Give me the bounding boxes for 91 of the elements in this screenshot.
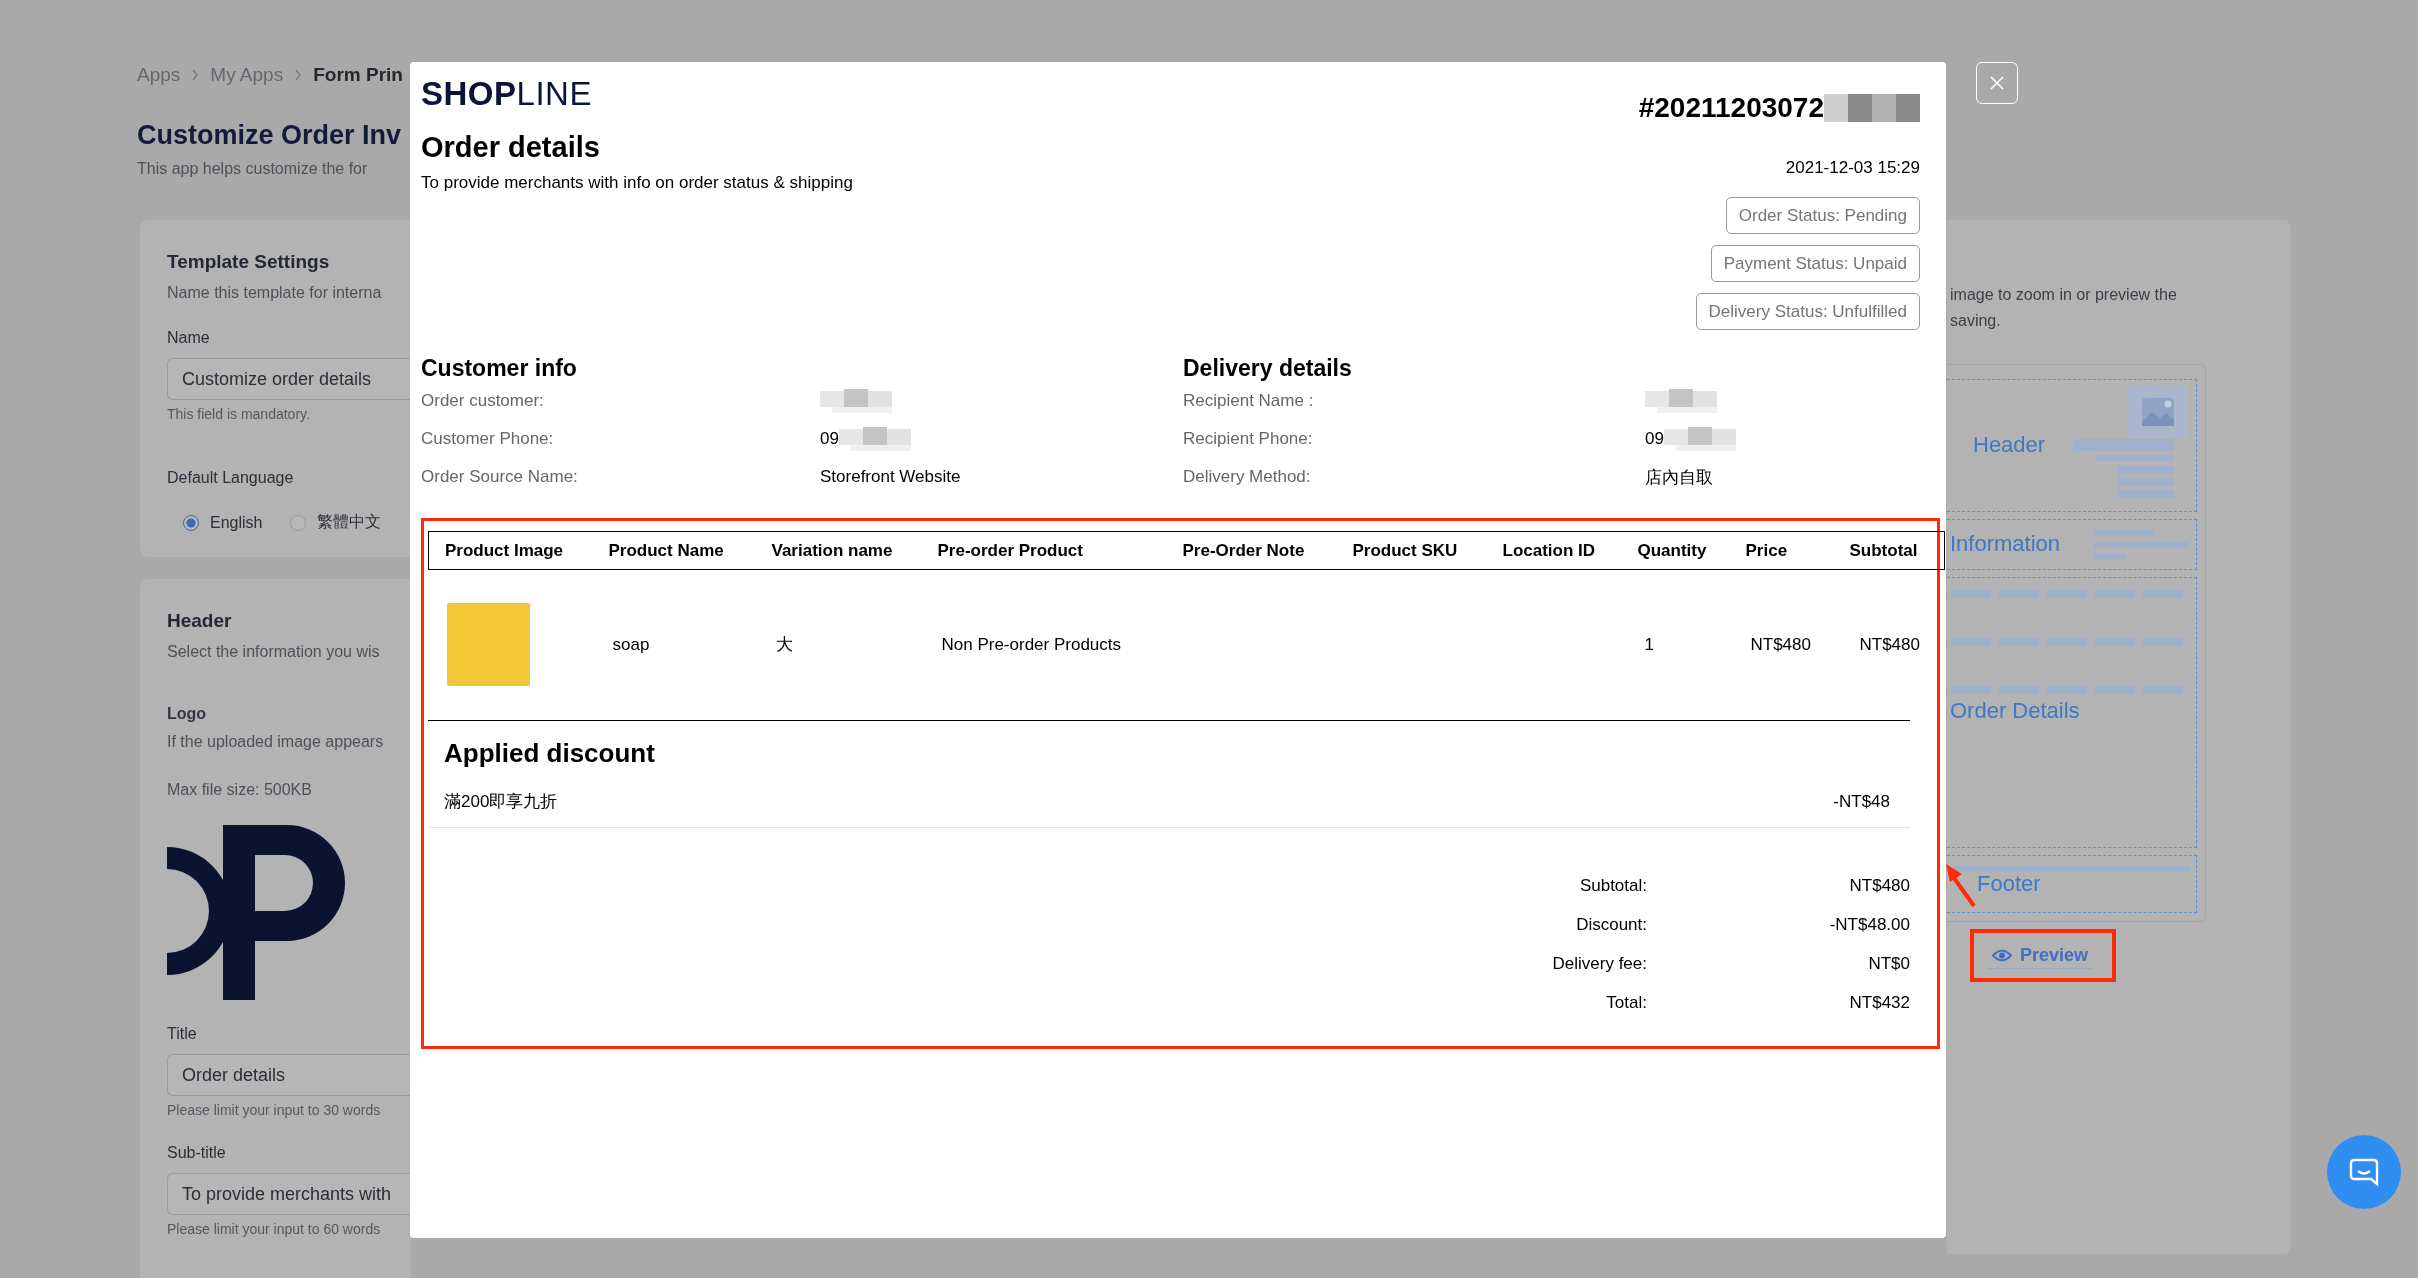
- breadcrumb-link[interactable]: Apps: [137, 64, 181, 86]
- table-cell: soap: [592, 569, 756, 720]
- chevron-icon: [294, 69, 303, 81]
- input-field[interactable]: Customize order details: [167, 358, 411, 400]
- field-label: Title: [167, 1024, 198, 1044]
- total-label: Discount:: [1575, 914, 1647, 935]
- logo-description: If the uploaded image appears: [167, 732, 385, 752]
- status-badge: Delivery Status: Unfulfilled: [1695, 293, 1920, 330]
- total-value: NT$0: [1867, 953, 1910, 974]
- preview-button[interactable]: Preview: [1988, 942, 2093, 969]
- card-description: image to zoom in or preview the saving.: [1949, 285, 2178, 331]
- column-header: Location ID: [1486, 531, 1622, 570]
- section-label: Logo: [167, 705, 208, 723]
- section-title: Customer info: [421, 354, 578, 382]
- radio-label: 繁體中文: [317, 512, 382, 532]
- breadcrumb-link[interactable]: Form Prin: [313, 64, 403, 86]
- table-cell: NT$480: [1729, 569, 1838, 720]
- info-label: Order Source Name:: [421, 467, 579, 487]
- card-title: Template Settings: [167, 250, 331, 274]
- template-section[interactable]: Information: [1947, 518, 2197, 570]
- card-description: Select the information you wis: [167, 642, 381, 662]
- card-title: Header: [167, 609, 233, 633]
- table-cell: 1: [1621, 569, 1730, 720]
- info-label: Order customer:: [421, 391, 545, 411]
- radio-button[interactable]: [290, 514, 307, 531]
- chat-icon: [2349, 1157, 2379, 1187]
- arrow-annotation: [1944, 862, 1978, 908]
- breadcrumb-link[interactable]: My Apps: [210, 64, 284, 86]
- column-header: Product Name: [592, 531, 756, 570]
- table-cell: 大: [755, 569, 922, 720]
- field-hint: This field is mandatory.: [167, 405, 311, 423]
- total-value: NT$432: [1848, 992, 1910, 1013]
- field-label: Name: [167, 328, 211, 348]
- order-date: 2021-12-03 15:29: [1785, 158, 1920, 178]
- file-size-note: Max file size: 500KB: [167, 780, 313, 800]
- field-hint: Please limit your input to 30 words: [167, 1101, 382, 1119]
- section-title: Applied discount: [444, 736, 656, 769]
- section-label: Information: [1950, 531, 2061, 558]
- info-value: Storefront Website: [820, 467, 961, 487]
- column-header: Quantity: [1621, 531, 1730, 570]
- info-label: Delivery Method:: [1183, 467, 1312, 487]
- chevron-icon: [191, 69, 200, 81]
- input-field[interactable]: To provide merchants with: [167, 1173, 411, 1215]
- radio-label: English: [210, 513, 263, 532]
- field-label: Sub-title: [167, 1143, 227, 1163]
- table-cell: Non Pre-order Products: [921, 569, 1167, 720]
- eye-icon: [1992, 948, 2012, 962]
- document-title: Order details: [421, 130, 601, 164]
- total-label: Total:: [1605, 992, 1647, 1013]
- input-field[interactable]: Order details: [167, 1054, 411, 1096]
- document-subtitle: To provide merchants with info on order status & shipping: [421, 173, 853, 193]
- info-label: Customer Phone:: [421, 429, 555, 449]
- status-badge: Order Status: Pending: [1725, 197, 1920, 234]
- info-value: 09: [820, 429, 839, 449]
- info-value: 店內自取: [1645, 466, 1713, 489]
- field-hint: Please limit your input to 60 words: [167, 1220, 382, 1238]
- status-badge: Payment Status: Unpaid: [1710, 245, 1920, 282]
- column-header: Variation name: [755, 531, 922, 570]
- card-description: Name this template for interna: [167, 283, 383, 303]
- page-title: Customize Order Inv: [137, 119, 402, 152]
- total-value: NT$480: [1848, 875, 1910, 896]
- info-value: 09: [1645, 429, 1664, 449]
- total-value: -NT$48.00: [1828, 914, 1910, 935]
- info-label: Recipient Phone:: [1183, 429, 1314, 449]
- close-icon: [1989, 75, 2005, 91]
- section-label: Order Details: [1950, 697, 2080, 724]
- column-header: Price: [1729, 531, 1838, 570]
- table-cell: NT$480: [1837, 569, 1945, 720]
- template-section[interactable]: Header: [1947, 379, 2197, 512]
- image-icon: [2128, 386, 2188, 438]
- close-button[interactable]: [1976, 62, 2018, 104]
- column-header: Product SKU: [1336, 531, 1487, 570]
- column-header: Product Image: [428, 531, 593, 570]
- column-header: Pre-Order Note: [1166, 531, 1337, 570]
- brand-logo: SHOPLINE: [421, 76, 593, 112]
- discount-name: 滿200即享九折: [444, 790, 558, 813]
- template-section[interactable]: Order Details: [1947, 576, 2197, 849]
- order-number: #20211203072: [1638, 92, 1824, 124]
- section-title: Delivery details: [1183, 354, 1353, 382]
- section-label: Footer: [1977, 871, 2041, 898]
- section-label: Header: [1973, 432, 2046, 459]
- column-header: Pre-order Product: [921, 531, 1167, 570]
- total-label: Subtotal:: [1578, 875, 1647, 896]
- info-label: Recipient Name :: [1183, 391, 1315, 411]
- template-section[interactable]: Footer: [1947, 855, 2197, 913]
- total-label: Delivery fee:: [1551, 953, 1647, 974]
- column-header: Subtotal: [1837, 531, 1945, 570]
- discount-amount: -NT$48: [1833, 790, 1890, 813]
- field-label: Default Language: [167, 468, 295, 488]
- radio-button[interactable]: [183, 514, 199, 531]
- page-subtitle: This app helps customize the for: [137, 159, 368, 179]
